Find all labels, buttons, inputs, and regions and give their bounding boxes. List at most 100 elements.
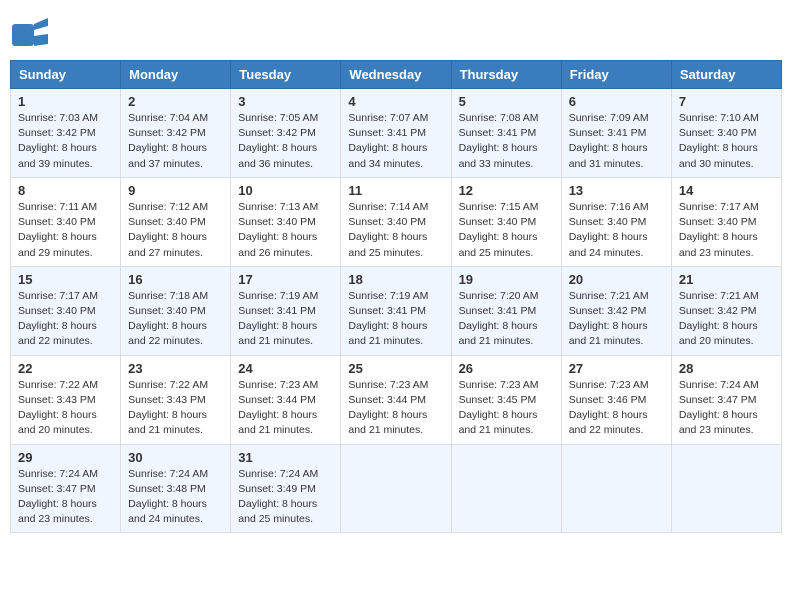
- day-number: 10: [238, 183, 333, 198]
- calendar-week-row: 8Sunrise: 7:11 AMSunset: 3:40 PMDaylight…: [11, 177, 782, 266]
- day-info: Sunrise: 7:11 AMSunset: 3:40 PMDaylight:…: [18, 200, 113, 261]
- calendar-day-cell: 20 Sunrise: 7:21 AMSunset: 3:42 PMDayligh…: [561, 266, 671, 355]
- day-of-week-header: Sunday: [11, 61, 121, 89]
- day-number: 19: [459, 272, 554, 287]
- day-info: Sunrise: 7:16 AMSunset: 3:40 PMDaylight:…: [569, 200, 664, 261]
- day-info: Sunrise: 7:20 AMSunset: 3:41 PMDaylight:…: [459, 289, 554, 350]
- day-of-week-header: Monday: [121, 61, 231, 89]
- day-number: 29: [18, 450, 113, 465]
- calendar-week-row: 29 Sunrise: 7:24 AMSunset: 3:47 PMDayligh…: [11, 444, 782, 533]
- day-info: Sunrise: 7:12 AMSunset: 3:40 PMDaylight:…: [128, 200, 223, 261]
- calendar-day-cell: 10 Sunrise: 7:13 AMSunset: 3:40 PMDayligh…: [231, 177, 341, 266]
- calendar-day-cell: 27 Sunrise: 7:23 AMSunset: 3:46 PMDayligh…: [561, 355, 671, 444]
- calendar-day-cell: 23Sunrise: 7:22 AMSunset: 3:43 PMDayligh…: [121, 355, 231, 444]
- calendar-day-cell: 19 Sunrise: 7:20 AMSunset: 3:41 PMDayligh…: [451, 266, 561, 355]
- day-info: Sunrise: 7:21 AMSunset: 3:42 PMDaylight:…: [569, 289, 664, 350]
- page-header: [10, 10, 782, 54]
- calendar-header: SundayMondayTuesdayWednesdayThursdayFrid…: [11, 61, 782, 89]
- day-info: Sunrise: 7:14 AMSunset: 3:40 PMDaylight:…: [348, 200, 443, 261]
- calendar-day-cell: 11 Sunrise: 7:14 AMSunset: 3:40 PMDayligh…: [341, 177, 451, 266]
- day-number: 25: [348, 361, 443, 376]
- logo-icon: [10, 16, 48, 54]
- calendar-day-cell: 5 Sunrise: 7:08 AMSunset: 3:41 PMDaylight…: [451, 89, 561, 178]
- day-info: Sunrise: 7:24 AMSunset: 3:47 PMDaylight:…: [18, 467, 113, 528]
- day-info: Sunrise: 7:18 AMSunset: 3:40 PMDaylight:…: [128, 289, 223, 350]
- day-number: 1: [18, 94, 113, 109]
- calendar-week-row: 15Sunrise: 7:17 AMSunset: 3:40 PMDayligh…: [11, 266, 782, 355]
- day-number: 22: [18, 361, 113, 376]
- calendar-day-cell: 4 Sunrise: 7:07 AMSunset: 3:41 PMDaylight…: [341, 89, 451, 178]
- day-info: Sunrise: 7:23 AMSunset: 3:44 PMDaylight:…: [348, 378, 443, 439]
- calendar-day-cell: 16 Sunrise: 7:18 AMSunset: 3:40 PMDayligh…: [121, 266, 231, 355]
- day-of-week-header: Wednesday: [341, 61, 451, 89]
- day-number: 7: [679, 94, 774, 109]
- day-number: 2: [128, 94, 223, 109]
- calendar-day-cell: 17 Sunrise: 7:19 AMSunset: 3:41 PMDayligh…: [231, 266, 341, 355]
- day-number: 31: [238, 450, 333, 465]
- calendar-day-cell: 31 Sunrise: 7:24 AMSunset: 3:49 PMDayligh…: [231, 444, 341, 533]
- calendar-day-cell: 30 Sunrise: 7:24 AMSunset: 3:48 PMDayligh…: [121, 444, 231, 533]
- day-info: Sunrise: 7:03 AMSunset: 3:42 PMDaylight:…: [18, 111, 113, 172]
- calendar-day-cell: 18Sunrise: 7:19 AMSunset: 3:41 PMDayligh…: [341, 266, 451, 355]
- calendar-day-cell: 29 Sunrise: 7:24 AMSunset: 3:47 PMDayligh…: [11, 444, 121, 533]
- day-number: 3: [238, 94, 333, 109]
- day-info: Sunrise: 7:10 AMSunset: 3:40 PMDaylight:…: [679, 111, 774, 172]
- calendar-day-cell: [341, 444, 451, 533]
- day-info: Sunrise: 7:23 AMSunset: 3:46 PMDaylight:…: [569, 378, 664, 439]
- day-info: Sunrise: 7:24 AMSunset: 3:49 PMDaylight:…: [238, 467, 333, 528]
- day-number: 30: [128, 450, 223, 465]
- calendar-week-row: 1 Sunrise: 7:03 AMSunset: 3:42 PMDaylight…: [11, 89, 782, 178]
- day-info: Sunrise: 7:22 AMSunset: 3:43 PMDaylight:…: [18, 378, 113, 439]
- day-of-week-header: Tuesday: [231, 61, 341, 89]
- day-number: 17: [238, 272, 333, 287]
- day-info: Sunrise: 7:07 AMSunset: 3:41 PMDaylight:…: [348, 111, 443, 172]
- day-number: 9: [128, 183, 223, 198]
- day-info: Sunrise: 7:24 AMSunset: 3:48 PMDaylight:…: [128, 467, 223, 528]
- day-number: 16: [128, 272, 223, 287]
- day-info: Sunrise: 7:21 AMSunset: 3:42 PMDaylight:…: [679, 289, 774, 350]
- day-number: 12: [459, 183, 554, 198]
- day-number: 5: [459, 94, 554, 109]
- day-of-week-header: Friday: [561, 61, 671, 89]
- day-number: 24: [238, 361, 333, 376]
- day-number: 15: [18, 272, 113, 287]
- calendar-day-cell: [451, 444, 561, 533]
- day-info: Sunrise: 7:24 AMSunset: 3:47 PMDaylight:…: [679, 378, 774, 439]
- day-info: Sunrise: 7:08 AMSunset: 3:41 PMDaylight:…: [459, 111, 554, 172]
- calendar-day-cell: 8Sunrise: 7:11 AMSunset: 3:40 PMDaylight…: [11, 177, 121, 266]
- calendar-day-cell: 13 Sunrise: 7:16 AMSunset: 3:40 PMDayligh…: [561, 177, 671, 266]
- calendar-day-cell: 12 Sunrise: 7:15 AMSunset: 3:40 PMDayligh…: [451, 177, 561, 266]
- calendar-day-cell: 15Sunrise: 7:17 AMSunset: 3:40 PMDayligh…: [11, 266, 121, 355]
- day-number: 18: [348, 272, 443, 287]
- day-info: Sunrise: 7:19 AMSunset: 3:41 PMDaylight:…: [238, 289, 333, 350]
- day-number: 11: [348, 183, 443, 198]
- calendar-day-cell: 7 Sunrise: 7:10 AMSunset: 3:40 PMDaylight…: [671, 89, 781, 178]
- calendar-day-cell: 9 Sunrise: 7:12 AMSunset: 3:40 PMDaylight…: [121, 177, 231, 266]
- day-number: 27: [569, 361, 664, 376]
- day-info: Sunrise: 7:04 AMSunset: 3:42 PMDaylight:…: [128, 111, 223, 172]
- day-number: 13: [569, 183, 664, 198]
- day-number: 21: [679, 272, 774, 287]
- day-number: 6: [569, 94, 664, 109]
- calendar-week-row: 22 Sunrise: 7:22 AMSunset: 3:43 PMDayligh…: [11, 355, 782, 444]
- day-number: 26: [459, 361, 554, 376]
- calendar-day-cell: [561, 444, 671, 533]
- day-of-week-header: Saturday: [671, 61, 781, 89]
- day-of-week-header: Thursday: [451, 61, 561, 89]
- day-info: Sunrise: 7:05 AMSunset: 3:42 PMDaylight:…: [238, 111, 333, 172]
- calendar-day-cell: 26Sunrise: 7:23 AMSunset: 3:45 PMDayligh…: [451, 355, 561, 444]
- day-number: 4: [348, 94, 443, 109]
- calendar-day-cell: 1 Sunrise: 7:03 AMSunset: 3:42 PMDaylight…: [11, 89, 121, 178]
- day-number: 20: [569, 272, 664, 287]
- calendar-day-cell: [671, 444, 781, 533]
- calendar-day-cell: 21 Sunrise: 7:21 AMSunset: 3:42 PMDayligh…: [671, 266, 781, 355]
- day-info: Sunrise: 7:09 AMSunset: 3:41 PMDaylight:…: [569, 111, 664, 172]
- day-number: 23: [128, 361, 223, 376]
- calendar-day-cell: 14Sunrise: 7:17 AMSunset: 3:40 PMDayligh…: [671, 177, 781, 266]
- day-info: Sunrise: 7:23 AMSunset: 3:44 PMDaylight:…: [238, 378, 333, 439]
- logo: [10, 16, 50, 54]
- day-info: Sunrise: 7:13 AMSunset: 3:40 PMDaylight:…: [238, 200, 333, 261]
- calendar-day-cell: 24 Sunrise: 7:23 AMSunset: 3:44 PMDayligh…: [231, 355, 341, 444]
- day-info: Sunrise: 7:15 AMSunset: 3:40 PMDaylight:…: [459, 200, 554, 261]
- calendar-day-cell: 3 Sunrise: 7:05 AMSunset: 3:42 PMDaylight…: [231, 89, 341, 178]
